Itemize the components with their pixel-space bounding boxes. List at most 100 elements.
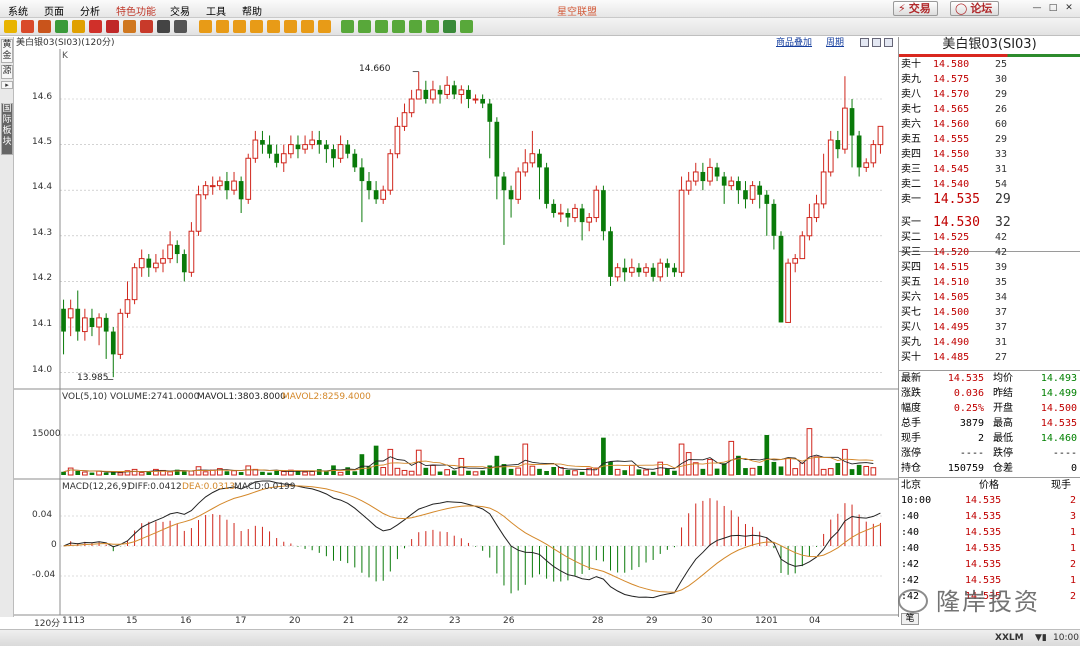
volume-bar	[231, 470, 237, 476]
zoom-out-icon[interactable]	[89, 20, 102, 33]
ask-row[interactable]: 卖十 14.580 25	[899, 57, 1080, 72]
menu-tools[interactable]: 工具	[206, 3, 226, 18]
tick-price: 14.535	[965, 543, 1002, 554]
volume-bar	[827, 468, 834, 476]
ask-row[interactable]: 卖八 14.570 29	[899, 87, 1080, 102]
x-tick: 28	[592, 616, 604, 626]
ask-row[interactable]: 卖七 14.565 26	[899, 102, 1080, 117]
period-5m-icon[interactable]	[216, 20, 229, 33]
candle	[373, 181, 379, 204]
bid-row[interactable]: 买十 14.485 27	[899, 350, 1080, 365]
ask-row[interactable]: 卖六 14.560 60	[899, 117, 1080, 132]
period-week-icon[interactable]	[301, 20, 314, 33]
menu-special[interactable]: 特色功能	[116, 3, 156, 18]
bid-row[interactable]: 买六 14.505 34	[899, 290, 1080, 305]
menu-trade[interactable]: 交易	[170, 3, 190, 18]
candle	[444, 76, 450, 99]
volume-bar	[636, 469, 642, 475]
filter-icon[interactable]	[140, 20, 153, 33]
bid-row[interactable]: 买三 14.520 42	[899, 245, 1080, 260]
stat-label: 最新	[901, 373, 921, 384]
back-icon[interactable]	[4, 20, 17, 33]
level-price: 14.570	[933, 89, 970, 100]
grid-icon[interactable]	[157, 20, 170, 33]
candle	[337, 135, 344, 163]
side-tab-international[interactable]: 国际板块	[1, 103, 13, 155]
period-30-icon[interactable]	[392, 20, 405, 33]
ask-row[interactable]: 卖四 14.550 33	[899, 147, 1080, 162]
status-clock: 10:00	[1053, 633, 1079, 643]
period-60m-icon[interactable]	[267, 20, 280, 33]
period-1m-icon[interactable]	[199, 20, 212, 33]
bid-row[interactable]: 买四 14.515 39	[899, 260, 1080, 275]
minimize-icon[interactable]: —	[1030, 2, 1044, 15]
ask-row[interactable]: 卖三 14.545 31	[899, 162, 1080, 177]
side-tab-source[interactable]: 源	[1, 65, 13, 79]
menu-system[interactable]: 系统	[8, 3, 28, 18]
bid-row[interactable]: 买八 14.495 37	[899, 320, 1080, 335]
period-120-icon[interactable]	[426, 20, 439, 33]
refresh-icon[interactable]	[55, 20, 68, 33]
period-3-icon[interactable]	[358, 20, 371, 33]
ask-row[interactable]: 卖五 14.555 29	[899, 132, 1080, 147]
period-60-icon[interactable]	[409, 20, 422, 33]
candle	[614, 263, 621, 282]
trade-button[interactable]: ⚡ 交易	[893, 1, 938, 16]
volume-bar	[813, 456, 820, 476]
period-15m-icon[interactable]	[233, 20, 246, 33]
pen-icon[interactable]	[106, 20, 119, 33]
y-tick: 14.2	[32, 273, 53, 283]
period-15-icon[interactable]	[375, 20, 388, 33]
menu-help[interactable]: 帮助	[242, 3, 262, 18]
side-arrow-icon[interactable]: ▸	[1, 81, 13, 89]
maximize-icon[interactable]: □	[1046, 2, 1060, 15]
side-tab-gold[interactable]: 黄金	[1, 39, 13, 63]
tick-row: :40 14.535 1	[899, 541, 1080, 556]
x-tick: 1113	[62, 616, 85, 626]
ask-row[interactable]: 卖二 14.540 54	[899, 177, 1080, 192]
period-tick-icon[interactable]	[443, 20, 456, 33]
level-volume: 27	[995, 352, 1008, 363]
bid-row[interactable]: 买一 14.530 32	[899, 215, 1080, 230]
bid-row[interactable]: 买五 14.510 35	[899, 275, 1080, 290]
bid-row[interactable]: 买二 14.525 42	[899, 230, 1080, 245]
candle	[160, 249, 166, 273]
menu-page[interactable]: 页面	[44, 3, 64, 18]
cursor-icon[interactable]	[123, 20, 136, 33]
level-label: 卖六	[901, 119, 921, 130]
kline-icon[interactable]	[174, 20, 187, 33]
screen-icon[interactable]	[38, 20, 51, 33]
volume-bar	[835, 463, 841, 475]
level-volume: 25	[995, 59, 1008, 70]
forum-button[interactable]: ◯ 论坛	[950, 1, 1000, 16]
zoom-in-icon[interactable]	[72, 20, 85, 33]
bid-row[interactable]: 买九 14.490 31	[899, 335, 1080, 350]
menu-analysis[interactable]: 分析	[80, 3, 100, 18]
ask-row[interactable]: 卖一 14.535 29	[899, 192, 1080, 207]
candle	[181, 249, 187, 282]
candle	[302, 135, 308, 154]
bid-row[interactable]: 买七 14.500 37	[899, 305, 1080, 320]
status-brand: XXLM	[995, 633, 1024, 643]
period-1-icon[interactable]	[341, 20, 354, 33]
ask-row[interactable]: 卖九 14.575 30	[899, 72, 1080, 87]
period-30m-icon[interactable]	[250, 20, 263, 33]
candle	[458, 85, 465, 104]
volume-bar	[401, 469, 408, 476]
chart-area[interactable]: 美白银03(SI03)(120分) 商品叠加 周期 K 14.6 14.5 14…	[14, 37, 899, 629]
period-month-icon[interactable]	[318, 20, 331, 33]
level-price: 14.555	[933, 134, 970, 145]
volume-bar	[685, 452, 692, 476]
stat-label: 最低	[993, 433, 1013, 444]
volume-bar	[692, 462, 699, 476]
home-icon[interactable]	[21, 20, 34, 33]
chart-svg	[14, 49, 899, 616]
period-day-icon[interactable]	[284, 20, 297, 33]
close-icon[interactable]: ✕	[1062, 2, 1076, 15]
stat-label: 涨停	[901, 448, 921, 459]
candle	[216, 176, 223, 191]
level-label: 买一	[901, 217, 921, 228]
candle	[366, 171, 372, 200]
period-min-icon[interactable]	[460, 20, 473, 33]
y-tick: 14.3	[32, 228, 53, 238]
